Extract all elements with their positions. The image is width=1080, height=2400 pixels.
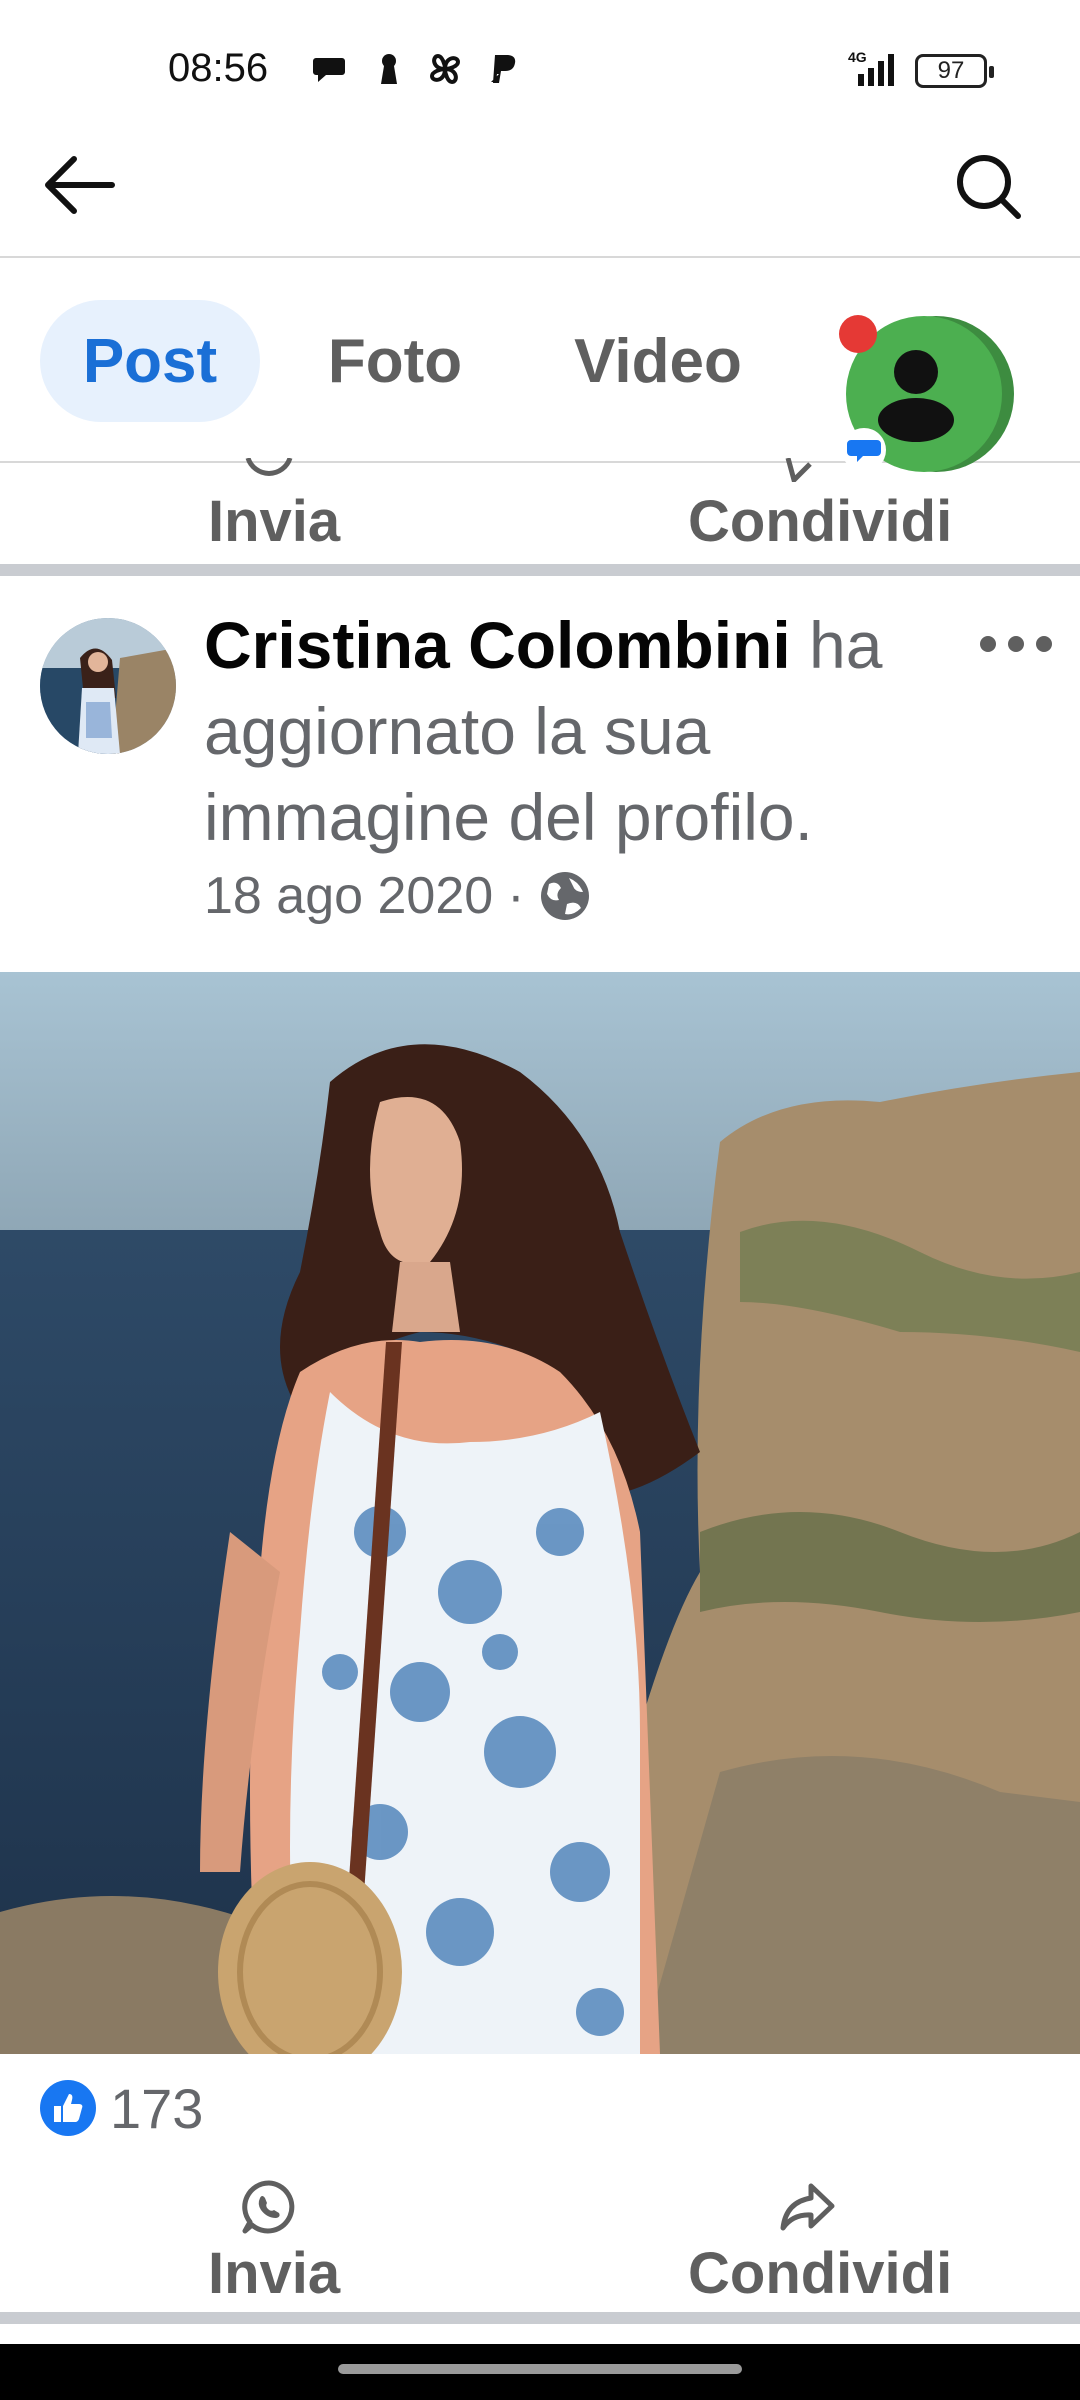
share-icon-partial	[785, 458, 812, 482]
svg-text:4G: 4G	[848, 49, 867, 65]
post-options-button[interactable]	[976, 620, 1056, 660]
section-separator	[0, 2312, 1080, 2324]
battery-indicator: 97	[915, 54, 994, 88]
like-icon[interactable]	[40, 2080, 96, 2136]
keyhole-icon	[381, 54, 397, 84]
share-button[interactable]: Condividi	[688, 2240, 952, 2307]
share-button[interactable]: Condividi	[688, 488, 952, 555]
globe-icon	[540, 872, 589, 920]
section-separator	[0, 564, 1080, 576]
status-bar: 08:56 4G 97	[0, 0, 1080, 130]
pinwheel-icon	[429, 53, 461, 85]
chat-head-bubble[interactable]	[836, 314, 1016, 474]
send-button[interactable]: Invia	[208, 488, 340, 555]
post-meta: 18 ago 2020 ·	[204, 866, 591, 926]
share-icon	[780, 2183, 835, 2231]
author-name-link[interactable]: Cristina Colombini	[204, 608, 791, 682]
search-icon	[957, 155, 1021, 219]
more-dots-icon	[980, 636, 1052, 652]
status-time: 08:56	[168, 46, 269, 90]
tab-video[interactable]: Video	[548, 300, 768, 422]
post-photo[interactable]	[0, 972, 1080, 2054]
post-date[interactable]: 18 ago 2020	[204, 866, 493, 926]
arrow-left-icon	[45, 156, 115, 214]
paypal-icon	[491, 55, 516, 83]
signal-icon: 4G	[844, 48, 904, 88]
chat-bubble-icon	[313, 58, 345, 82]
author-avatar[interactable]	[40, 618, 176, 754]
avatar-body	[878, 398, 954, 442]
whatsapp-icon-partial	[245, 458, 293, 476]
like-count[interactable]: 173	[110, 2076, 203, 2141]
tab-foto[interactable]: Foto	[300, 300, 490, 422]
home-gesture-handle[interactable]	[338, 2364, 742, 2374]
post-title: Cristina Colombini ha aggiornato la sua …	[204, 602, 944, 860]
notification-dot	[839, 315, 877, 353]
tab-post[interactable]: Post	[40, 300, 260, 422]
back-button[interactable]	[38, 150, 122, 220]
meta-separator: ·	[507, 867, 525, 925]
header-divider	[0, 256, 1080, 258]
avatar-head	[894, 350, 938, 394]
send-button[interactable]: Invia	[208, 2240, 340, 2307]
search-button[interactable]	[948, 150, 1028, 220]
whatsapp-icon	[242, 2180, 295, 2234]
